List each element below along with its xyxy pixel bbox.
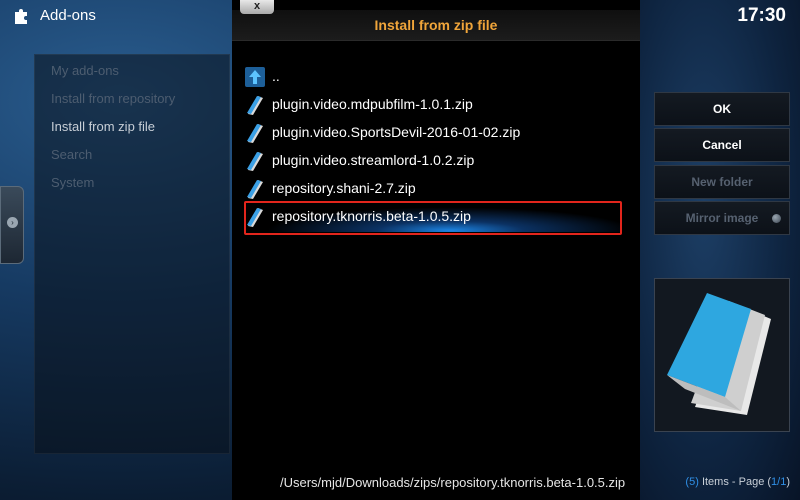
dialog-title: Install from zip file	[374, 17, 498, 33]
file-row-parent[interactable]: ..	[242, 64, 632, 90]
zip-file-icon	[247, 124, 263, 143]
page-close-paren: )	[786, 476, 790, 488]
file-name: plugin.video.mdpubfilm-1.0.1.zip	[272, 96, 473, 112]
zip-file-icon	[247, 180, 263, 199]
zip-file-icon	[247, 96, 263, 115]
file-row[interactable]: plugin.video.streamlord-1.0.2.zip	[242, 148, 632, 174]
close-button[interactable]: x	[240, 0, 274, 14]
mirror-image-label: Mirror image	[685, 211, 759, 225]
clock: 17:30	[737, 5, 786, 26]
zip-file-icon	[667, 293, 771, 415]
file-name: plugin.video.SportsDevil-2016-01-02.zip	[272, 124, 521, 140]
current-path: /Users/mjd/Downloads/zips/repository.tkn…	[280, 475, 626, 490]
menu-item-system[interactable]: System	[51, 175, 94, 190]
puzzle-icon	[15, 9, 27, 24]
ok-button[interactable]: OK	[654, 92, 790, 126]
file-name: repository.shani-2.7.zip	[272, 180, 416, 196]
left-menu: My add-ons Install from repository Insta…	[34, 54, 230, 454]
file-row[interactable]: plugin.video.mdpubfilm-1.0.1.zip	[242, 92, 632, 118]
file-row[interactable]: plugin.video.SportsDevil-2016-01-02.zip	[242, 120, 632, 146]
file-row-selected[interactable]: repository.tknorris.beta-1.0.5.zip	[242, 201, 632, 235]
folder-up-icon	[245, 67, 265, 87]
menu-item-search[interactable]: Search	[51, 147, 92, 162]
toggle-indicator-icon	[772, 214, 781, 223]
mirror-image-toggle[interactable]: Mirror image	[654, 201, 790, 235]
section-title: Add-ons	[40, 7, 96, 24]
install-zip-dialog: Install from zip file x .. plugin.video.…	[232, 0, 640, 500]
menu-item-install-from-zip[interactable]: Install from zip file	[51, 119, 155, 134]
file-row[interactable]: repository.shani-2.7.zip	[242, 176, 632, 202]
preview-thumbnail	[654, 278, 790, 432]
menu-item-my-addons[interactable]: My add-ons	[51, 63, 119, 78]
file-name: ..	[272, 68, 280, 84]
new-folder-button[interactable]: New folder	[654, 165, 790, 199]
dialog-title-bar: Install from zip file	[232, 10, 640, 41]
menu-item-install-from-repository[interactable]: Install from repository	[51, 91, 175, 106]
highlight-box	[244, 201, 622, 235]
side-menu-tab[interactable]: ›	[0, 186, 24, 264]
items-page-counter: (5) Items - Page (1/1)	[685, 476, 790, 488]
chevron-right-icon: ›	[7, 217, 18, 228]
file-name: plugin.video.streamlord-1.0.2.zip	[272, 152, 475, 168]
cancel-button[interactable]: Cancel	[654, 128, 790, 162]
zip-file-icon	[247, 152, 263, 171]
page-indicator: 1/1	[771, 476, 787, 488]
items-label: Items - Page (	[698, 476, 772, 488]
